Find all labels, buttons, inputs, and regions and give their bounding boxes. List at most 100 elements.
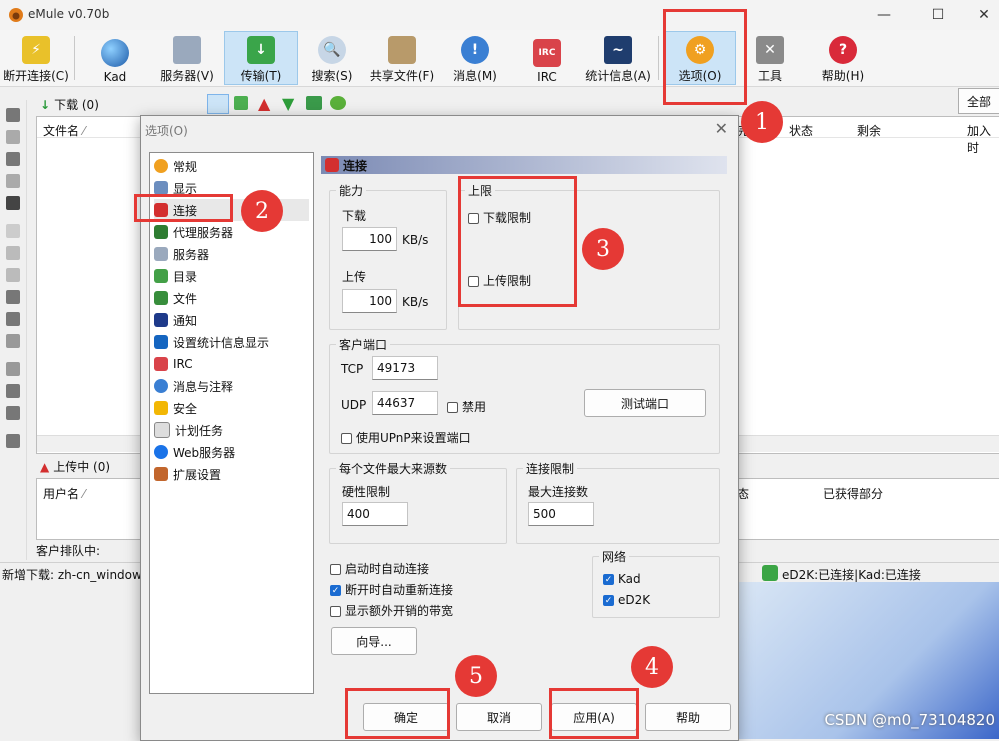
down-filter-icon[interactable]: ▼ bbox=[282, 94, 294, 113]
help-dialog-button[interactable]: 帮助 bbox=[645, 703, 731, 731]
servers-button[interactable]: 服务器(V) bbox=[154, 32, 220, 84]
upload-capacity-unit: KB/s bbox=[402, 295, 429, 309]
tools-button[interactable]: ✕ 工具 bbox=[744, 32, 796, 84]
link-icon[interactable] bbox=[6, 268, 20, 282]
downloads-header: ↓ 下载 (0) bbox=[40, 96, 99, 113]
split-view-icon[interactable] bbox=[6, 130, 20, 144]
udp-port-input[interactable]: 44637 bbox=[372, 391, 438, 415]
proxy-icon bbox=[154, 225, 168, 239]
dialog-title: 选项(O) bbox=[145, 124, 188, 138]
cancel-button[interactable]: 取消 bbox=[456, 703, 542, 731]
show-overhead-checkbox[interactable]: 显示额外开销的带宽 bbox=[330, 602, 453, 619]
kad-globe-icon bbox=[101, 39, 129, 67]
network-status-icon bbox=[762, 565, 778, 581]
udp-disable-checkbox[interactable]: 禁用 bbox=[447, 398, 486, 415]
upload-filter-icon[interactable]: ▲ bbox=[258, 94, 270, 113]
kad-button[interactable]: Kad bbox=[88, 32, 142, 84]
tree-item-proxy[interactable]: 代理服务器 bbox=[154, 221, 233, 243]
shared-files-button[interactable]: 共享文件(F) bbox=[366, 32, 438, 84]
column-username[interactable]: 用户名 ⁄ bbox=[43, 485, 85, 502]
upload-capacity-label: 上传 bbox=[342, 270, 367, 284]
search-button[interactable]: 🔍 搜索(S) bbox=[304, 32, 360, 84]
chart-icon[interactable] bbox=[6, 312, 20, 326]
help-button[interactable]: ? 帮助(H) bbox=[814, 32, 872, 84]
tree-item-irc[interactable]: IRC bbox=[154, 353, 193, 375]
panel-icon[interactable] bbox=[6, 152, 20, 166]
tree-item-webserver[interactable]: Web服务器 bbox=[154, 441, 235, 463]
tree-item-extended[interactable]: 扩展设置 bbox=[154, 463, 221, 485]
minimize-button[interactable]: — bbox=[861, 0, 907, 30]
test-port-button[interactable]: 测试端口 bbox=[584, 389, 706, 417]
tree-item-files[interactable]: 文件 bbox=[154, 287, 197, 309]
tcp-port-input[interactable]: 49173 bbox=[372, 356, 438, 380]
disconnect-button[interactable]: ⚡ 断开连接(C) bbox=[2, 32, 70, 84]
tree-item-server[interactable]: 服务器 bbox=[154, 243, 209, 265]
messages-label: 消息(M) bbox=[453, 69, 497, 83]
lock-icon bbox=[154, 401, 168, 415]
upnp-checkbox[interactable]: 使用UPnP来设置端口 bbox=[341, 429, 471, 446]
status-network: eD2K:已连接|Kad:已连接 bbox=[782, 568, 921, 582]
download-capacity-input[interactable]: 100 bbox=[342, 227, 397, 251]
message-icon bbox=[154, 379, 168, 393]
checkbox-checked-icon: ✓ bbox=[603, 574, 614, 585]
play-icon[interactable] bbox=[6, 174, 20, 188]
statistics-button[interactable]: ~ 统计信息(A) bbox=[582, 32, 654, 84]
download-filter-icon[interactable] bbox=[234, 96, 248, 110]
wizard-button[interactable]: 向导... bbox=[331, 627, 417, 655]
checkbox-checked-icon: ✓ bbox=[330, 585, 341, 596]
auto-reconnect-checkbox[interactable]: ✓ 断开时自动重新连接 bbox=[330, 581, 453, 598]
tree-item-directories[interactable]: 目录 bbox=[154, 265, 197, 287]
emule-app-icon bbox=[8, 7, 24, 23]
display-icon bbox=[154, 181, 168, 195]
annotation-badge-2: 2 bbox=[241, 190, 283, 232]
hard-limit-input[interactable]: 400 bbox=[342, 502, 408, 526]
tree-item-notifications[interactable]: 通知 bbox=[154, 309, 197, 331]
find-icon[interactable] bbox=[6, 406, 20, 420]
tree-item-scheduler[interactable]: 计划任务 bbox=[154, 419, 223, 441]
category-icon[interactable] bbox=[6, 362, 20, 376]
message-icon: ! bbox=[461, 36, 489, 64]
max-connections-input[interactable]: 500 bbox=[528, 502, 594, 526]
uploads-header: ▲ 上传中 (0) bbox=[40, 458, 110, 475]
clients-icon[interactable] bbox=[306, 96, 322, 110]
magnifier-icon[interactable] bbox=[6, 434, 20, 448]
tcp-label: TCP bbox=[341, 362, 364, 376]
upload-arrow-icon: ▲ bbox=[40, 459, 50, 474]
auto-connect-checkbox[interactable]: 启动时自动连接 bbox=[330, 560, 429, 577]
folder-icon bbox=[154, 269, 168, 283]
checkbox-icon bbox=[341, 433, 352, 444]
maximize-button[interactable]: ☐ bbox=[915, 0, 961, 30]
view-icon[interactable] bbox=[6, 108, 20, 122]
column-obtained-parts[interactable]: 已获得部分 bbox=[823, 485, 883, 502]
file-icon[interactable] bbox=[6, 224, 20, 238]
download-capacity-label: 下载 bbox=[342, 209, 367, 223]
irc-icon: IRC bbox=[533, 39, 561, 67]
list-view-icon[interactable] bbox=[207, 94, 229, 114]
info-icon[interactable] bbox=[6, 290, 20, 304]
tree-item-messages[interactable]: 消息与注释 bbox=[154, 375, 233, 397]
tree-item-general[interactable]: 常规 bbox=[154, 155, 197, 177]
transfers-button[interactable]: ↓ 传输(T) bbox=[224, 31, 298, 85]
column-added[interactable]: 加入时 bbox=[967, 122, 999, 156]
sort-icon[interactable] bbox=[6, 384, 20, 398]
kad-label: Kad bbox=[103, 70, 127, 84]
tree-item-security[interactable]: 安全 bbox=[154, 397, 197, 419]
copy-icon[interactable] bbox=[6, 246, 20, 260]
network-ed2k-checkbox[interactable]: ✓ eD2K bbox=[603, 593, 650, 607]
annotation-box-apply bbox=[549, 688, 639, 739]
network-kad-checkbox[interactable]: ✓ Kad bbox=[603, 572, 641, 586]
sources-icon[interactable] bbox=[330, 96, 346, 110]
messages-button[interactable]: ! 消息(M) bbox=[446, 32, 504, 84]
irc-label: IRC bbox=[537, 70, 557, 84]
upload-capacity-input[interactable]: 100 bbox=[342, 289, 397, 313]
cancel-icon[interactable] bbox=[6, 196, 20, 210]
statistics-icon: ~ bbox=[604, 36, 632, 64]
download-arrow-icon: ↓ bbox=[40, 97, 51, 112]
dialog-close-button[interactable]: ✕ bbox=[715, 119, 728, 138]
ed2k-icon[interactable] bbox=[6, 334, 20, 348]
annotation-badge-3: 3 bbox=[582, 228, 624, 270]
all-category-tab[interactable]: 全部 bbox=[958, 88, 999, 114]
irc-button[interactable]: IRC IRC bbox=[520, 32, 574, 84]
close-button[interactable]: ✕ bbox=[961, 0, 999, 30]
tree-item-statistics[interactable]: 设置统计信息显示 bbox=[154, 331, 269, 353]
